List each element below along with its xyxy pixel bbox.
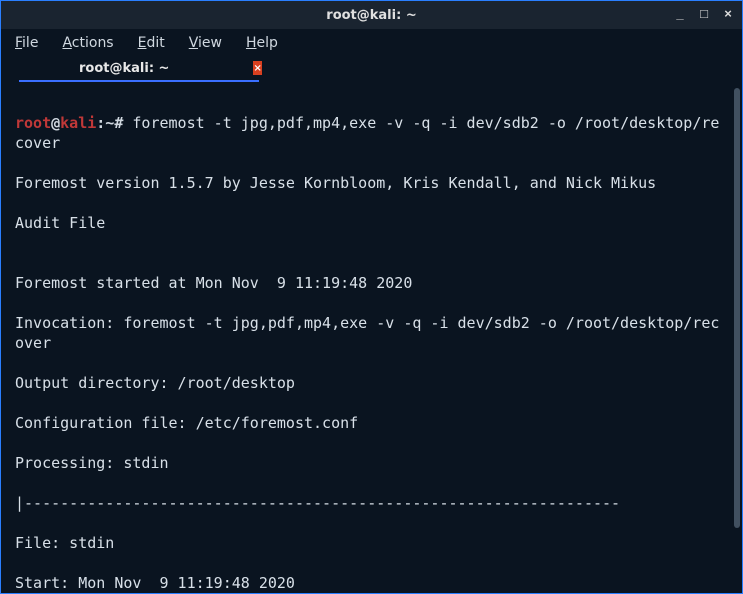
menu-file[interactable]: File: [15, 35, 38, 51]
output-line: Invocation: foremost -t jpg,pdf,mp4,exe …: [15, 313, 728, 353]
prompt-at: @: [51, 114, 60, 132]
maximize-button[interactable]: □: [696, 5, 712, 21]
menu-view[interactable]: View: [189, 35, 222, 51]
output-line: Configuration file: /etc/foremost.conf: [15, 413, 728, 433]
window-title: root@kali: ~: [326, 8, 416, 23]
menu-help[interactable]: Help: [246, 35, 278, 51]
close-button[interactable]: ×: [720, 5, 736, 21]
output-line: Processing: stdin: [15, 453, 728, 473]
tab-close-icon[interactable]: ×: [253, 61, 261, 75]
output-line: Foremost started at Mon Nov 9 11:19:48 2…: [15, 273, 728, 293]
output-line: Foremost version 1.5.7 by Jesse Kornbloo…: [15, 173, 728, 193]
window-titlebar: root@kali: ~ _ □ ×: [1, 1, 742, 29]
menu-actions[interactable]: Actions: [62, 35, 113, 51]
output-line: |---------------------------------------…: [15, 493, 728, 513]
prompt-line: root@kali:~# foremost -t jpg,pdf,mp4,exe…: [15, 113, 728, 153]
output-line: Audit File: [15, 213, 728, 233]
terminal-area[interactable]: root@kali:~# foremost -t jpg,pdf,mp4,exe…: [1, 83, 742, 593]
minimize-button[interactable]: _: [672, 5, 688, 21]
menubar: File Actions Edit View Help: [1, 29, 742, 57]
prompt-host: kali: [60, 114, 96, 132]
menu-edit[interactable]: Edit: [138, 35, 165, 51]
output-line: File: stdin: [15, 533, 728, 553]
tabbar: root@kali: ~ ×: [1, 57, 742, 83]
prompt-user: root: [15, 114, 51, 132]
window-controls: _ □ ×: [672, 5, 736, 21]
tab-active[interactable]: root@kali: ~ ×: [19, 59, 259, 82]
output-line: Output directory: /root/desktop: [15, 373, 728, 393]
prompt-path: :~#: [96, 114, 123, 132]
scrollbar[interactable]: [734, 88, 740, 528]
output-line: Start: Mon Nov 9 11:19:48 2020: [15, 573, 728, 593]
tab-label: root@kali: ~: [79, 61, 169, 76]
